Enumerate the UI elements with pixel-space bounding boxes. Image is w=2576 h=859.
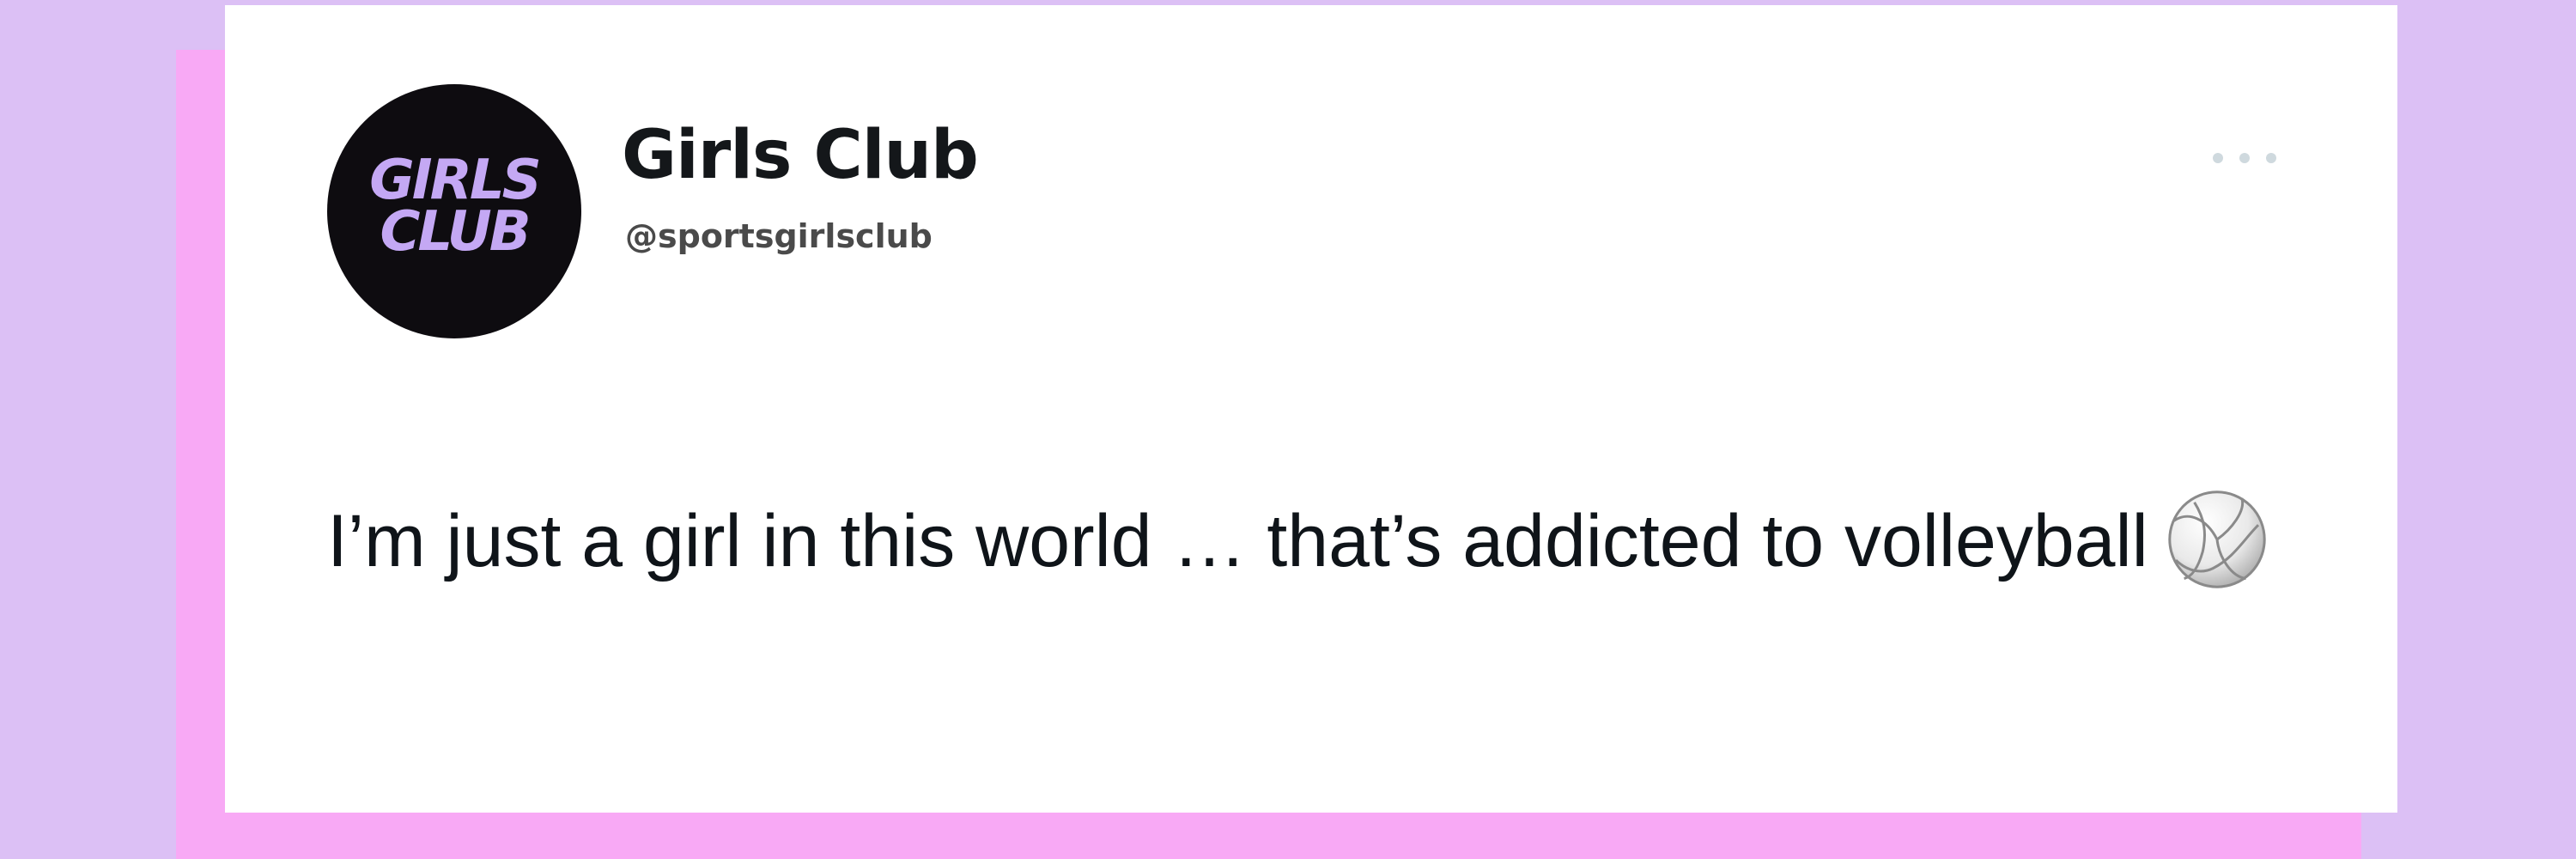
tweet-text: I’m just a girl in this world … that’s a… [327, 500, 2148, 582]
volleyball-icon [2168, 490, 2266, 588]
avatar[interactable]: GIRLS CLUB [327, 84, 581, 338]
more-horizontal-icon [2213, 153, 2223, 163]
tweet-text-block: I’m just a girl in this world … that’s a… [327, 486, 2302, 596]
avatar-logo-line-2: CLUB [380, 200, 532, 264]
display-name[interactable]: Girls Club [622, 117, 979, 194]
user-handle[interactable]: @sportsgirlsclub [625, 216, 933, 256]
avatar-logo-text: GIRLS CLUB [327, 149, 581, 264]
tweet-card[interactable]: GIRLS CLUB Girls Club @sportsgirlsclub I… [225, 5, 2397, 813]
more-horizontal-icon [2266, 153, 2276, 163]
more-horizontal-icon [2239, 153, 2250, 163]
avatar-logo-line-1: GIRLS [369, 149, 542, 212]
more-options-button[interactable] [2206, 141, 2283, 175]
